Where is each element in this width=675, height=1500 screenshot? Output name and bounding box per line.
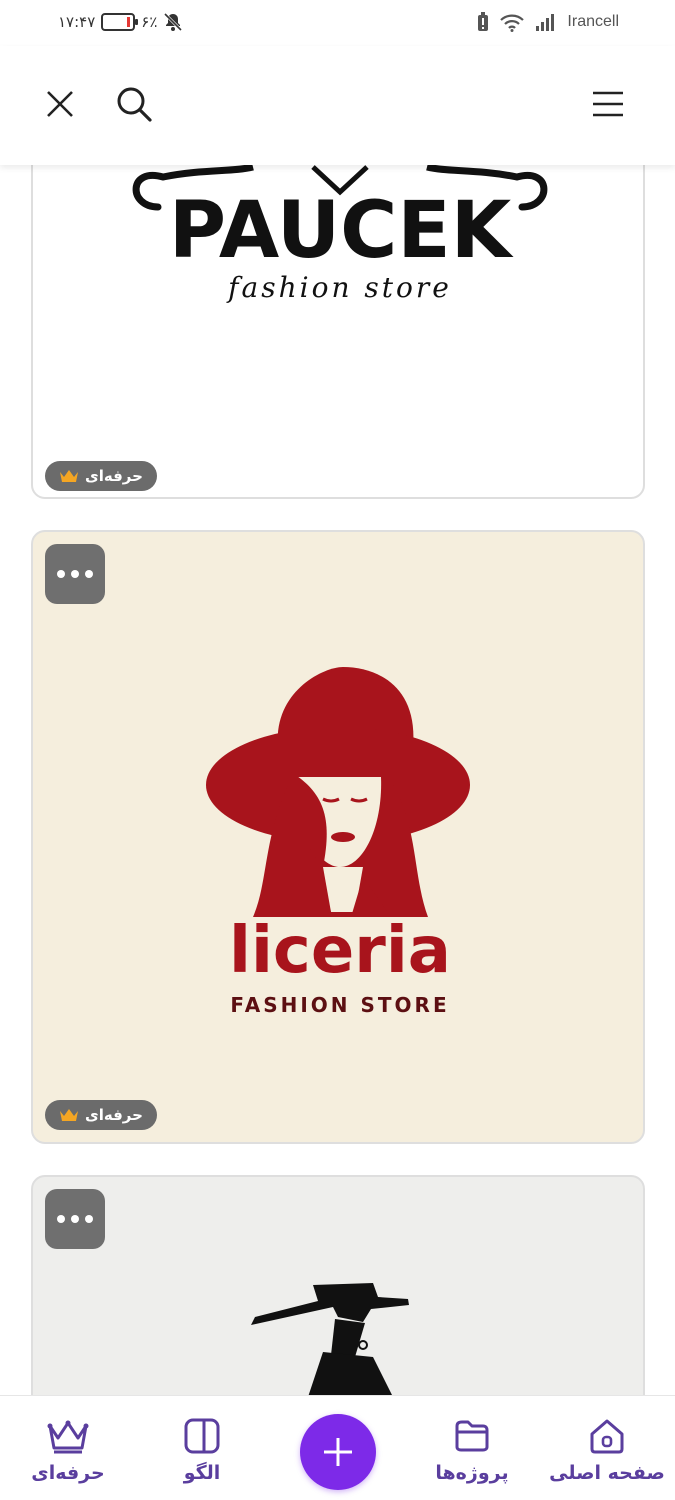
muted-bell-icon: [164, 12, 183, 32]
search-icon: [117, 87, 152, 122]
logo-brand-text: liceria: [229, 914, 451, 988]
wifi-icon: [500, 14, 525, 32]
status-bar: ۱۷:۴۷ ۶٪ Irancell: [0, 0, 675, 46]
pro-badge: حرفه‌ای: [45, 461, 157, 491]
nav-label: الگو: [183, 1462, 221, 1484]
crown-icon: [60, 1109, 78, 1121]
more-dot-icon: [85, 1215, 93, 1223]
more-dot-icon: [57, 570, 65, 578]
status-left: ۱۷:۴۷ ۶٪: [58, 10, 183, 34]
more-options-button[interactable]: [45, 1189, 105, 1249]
nav-label: حرفه‌ای: [31, 1462, 105, 1484]
nav-item-template[interactable]: الگو: [162, 1418, 242, 1484]
battery-percent: ۶٪: [141, 13, 158, 31]
template-logo-image: PAUCEK fashion store: [132, 165, 548, 304]
search-button[interactable]: [114, 84, 154, 124]
logo-brand-text: PAUCEK: [169, 186, 514, 276]
template-logo-image: liceria FASHION STORE: [206, 667, 470, 1017]
nav-item-pro[interactable]: حرفه‌ای: [26, 1418, 110, 1484]
template-card[interactable]: liceria FASHION STORE حرفه‌ای: [31, 530, 645, 1144]
plus-icon: [324, 1438, 352, 1466]
bottom-nav: حرفه‌ای الگو پروژه‌ها صفحه اصلی: [0, 1395, 675, 1500]
nav-label: صفحه اصلی: [549, 1462, 665, 1484]
battery-icon: [101, 13, 139, 31]
menu-button[interactable]: [588, 84, 628, 124]
app-header: [0, 46, 675, 165]
more-dot-icon: [85, 570, 93, 578]
template-feed: PAUCEK fashion store حرفه‌ای: [0, 165, 675, 1395]
create-button[interactable]: [300, 1414, 376, 1490]
crown-icon: [60, 470, 78, 482]
pro-badge: حرفه‌ای: [45, 1100, 157, 1130]
more-options-button[interactable]: [45, 544, 105, 604]
template-logo-image: [251, 1283, 409, 1395]
nav-item-home[interactable]: صفحه اصلی: [548, 1418, 666, 1484]
status-right: Irancell: [477, 10, 619, 34]
more-dot-icon: [71, 570, 79, 578]
template-card[interactable]: PAUCEK fashion store حرفه‌ای: [31, 165, 645, 499]
crown-icon: [47, 1420, 89, 1454]
template-card[interactable]: [31, 1175, 645, 1395]
hamburger-menu-icon: [593, 91, 623, 117]
signal-icon: [536, 14, 555, 31]
nav-label: پروژه‌ها: [435, 1462, 509, 1484]
home-icon: [590, 1419, 624, 1454]
more-dot-icon: [71, 1215, 79, 1223]
battery-saver-icon: [478, 12, 489, 31]
logo-tagline-text: fashion store: [226, 271, 452, 304]
nav-item-projects[interactable]: پروژه‌ها: [430, 1418, 514, 1484]
close-icon: [47, 91, 73, 117]
status-time: ۱۷:۴۷: [58, 13, 96, 31]
pro-badge-label: حرفه‌ای: [85, 467, 143, 485]
more-dot-icon: [57, 1215, 65, 1223]
template-icon: [184, 1418, 220, 1454]
logo-tagline-text: FASHION STORE: [230, 993, 449, 1017]
pro-badge-label: حرفه‌ای: [85, 1106, 143, 1124]
carrier-name: Irancell: [567, 13, 619, 30]
folder-icon: [455, 1420, 489, 1452]
close-button[interactable]: [40, 84, 80, 124]
